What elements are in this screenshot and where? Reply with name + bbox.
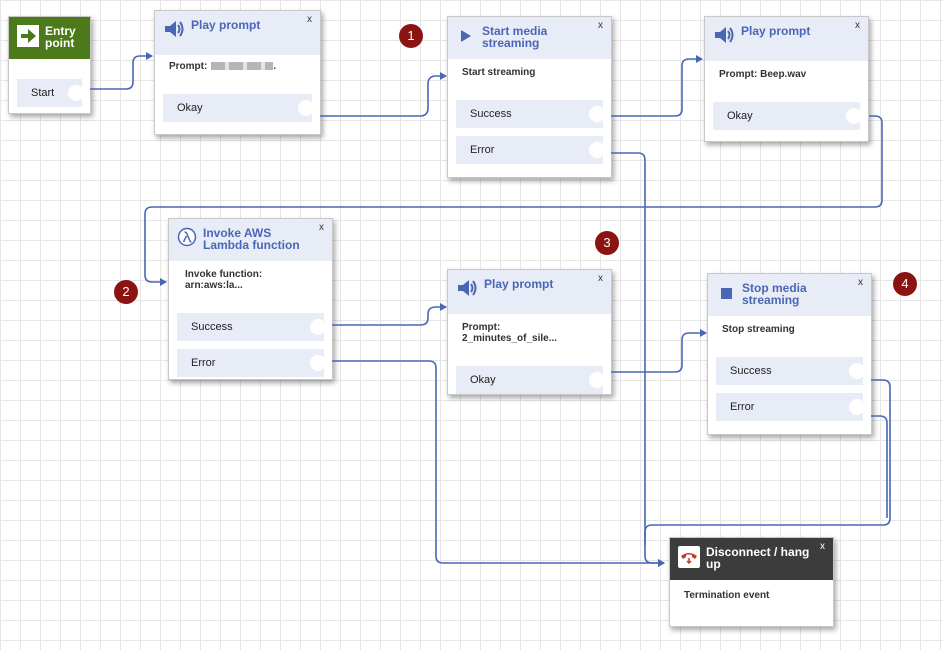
play-prompt-3-title: Play prompt — [484, 277, 554, 291]
entry-point-header: Entry point — [9, 17, 90, 59]
invoke-lambda-block[interactable]: Invoke AWS Lambda function x Invoke func… — [168, 218, 333, 380]
play-prompt-block-1[interactable]: Play prompt x Prompt:. Okay — [154, 10, 321, 135]
step-marker-3: 3 — [595, 231, 619, 255]
exit-okay[interactable]: Okay — [163, 94, 314, 122]
exit-okay[interactable]: Okay — [456, 366, 605, 394]
stop-media-streaming-block[interactable]: Stop media streaming x Stop streaming Su… — [707, 273, 872, 435]
disconnect-block[interactable]: Disconnect / hang up x Termination event — [669, 537, 834, 627]
speaker-icon — [713, 25, 735, 45]
connector-prompt1-to-start-media — [320, 72, 447, 117]
connector-start-to-prompt1 — [90, 52, 153, 90]
connector-handle[interactable] — [298, 100, 314, 116]
connector-handle[interactable] — [846, 108, 862, 124]
stop-media-header: Stop media streaming x — [708, 274, 871, 316]
connector-handle[interactable] — [589, 106, 605, 122]
close-icon[interactable]: x — [307, 14, 312, 25]
close-icon[interactable]: x — [820, 541, 825, 552]
disconnect-body: Termination event — [684, 590, 770, 601]
connector-start-media-success-to-prompt2 — [611, 55, 703, 117]
connector-stop-media-error-to-disconnect — [871, 415, 888, 518]
play-icon — [456, 25, 476, 47]
play-prompt-block-3[interactable]: Play prompt x Prompt: 2_minutes_of_sile.… — [447, 269, 612, 395]
exit-okay[interactable]: Okay — [713, 102, 862, 130]
hang-up-phone-icon — [678, 546, 700, 568]
arrow-right-icon — [17, 25, 39, 47]
exit-error-label: Error — [730, 401, 755, 413]
exit-success[interactable]: Success — [177, 313, 326, 341]
play-prompt-2-header: Play prompt x — [705, 17, 868, 61]
disconnect-header: Disconnect / hang up x — [670, 538, 833, 580]
exit-okay-label: Okay — [470, 374, 496, 386]
exit-okay-label: Okay — [727, 110, 753, 122]
connector-handle[interactable] — [310, 319, 326, 335]
connector-handle[interactable] — [849, 363, 865, 379]
exit-success-label: Success — [191, 321, 233, 333]
entry-point-title: Entry point — [45, 24, 76, 50]
play-prompt-2-body: Prompt: Beep.wav — [719, 69, 807, 80]
close-icon[interactable]: x — [858, 277, 863, 288]
speaker-icon — [163, 19, 185, 39]
play-prompt-2-title: Play prompt — [741, 24, 811, 38]
close-icon[interactable]: x — [319, 222, 324, 233]
exit-error[interactable]: Error — [716, 393, 865, 421]
step-marker-1: 1 — [399, 24, 423, 48]
close-icon[interactable]: x — [855, 20, 860, 31]
exit-start[interactable]: Start — [17, 79, 84, 107]
entry-point-block[interactable]: Entry point Start — [8, 16, 91, 114]
prompt-label: Prompt: — [169, 61, 208, 72]
step-marker-4: 4 — [893, 272, 917, 296]
play-prompt-1-header: Play prompt x — [155, 11, 320, 55]
connector-start-media-error-to-disconnect — [611, 152, 665, 567]
connector-handle[interactable] — [589, 142, 605, 158]
exit-success[interactable]: Success — [456, 100, 605, 128]
exit-start-label: Start — [31, 87, 55, 99]
exit-success[interactable]: Success — [716, 357, 865, 385]
step-marker-2: 2 — [114, 280, 138, 304]
start-media-title: Start media streaming — [482, 24, 548, 50]
stop-media-body: Stop streaming — [722, 324, 795, 335]
play-prompt-block-2[interactable]: Play prompt x Prompt: Beep.wav Okay — [704, 16, 869, 142]
connector-handle[interactable] — [849, 399, 865, 415]
invoke-lambda-header: Invoke AWS Lambda function x — [169, 219, 332, 261]
disconnect-title: Disconnect / hang up — [706, 545, 810, 571]
start-media-streaming-block[interactable]: Start media streaming x Start streaming … — [447, 16, 612, 178]
redacted-prompt-name — [211, 62, 274, 71]
exit-error-label: Error — [470, 144, 495, 156]
connector-handle[interactable] — [589, 372, 605, 388]
speaker-icon — [456, 278, 478, 298]
start-media-header: Start media streaming x — [448, 17, 611, 59]
connector-handle[interactable] — [310, 355, 326, 371]
connector-handle[interactable] — [68, 85, 84, 101]
exit-success-label: Success — [470, 108, 512, 120]
stop-media-title: Stop media streaming — [742, 281, 807, 307]
close-icon[interactable]: x — [598, 20, 603, 31]
exit-success-label: Success — [730, 365, 772, 377]
play-prompt-3-header: Play prompt x — [448, 270, 611, 314]
stop-icon — [716, 282, 736, 304]
exit-error[interactable]: Error — [456, 136, 605, 164]
play-prompt-1-body: Prompt:. — [169, 61, 277, 72]
exit-okay-label: Okay — [177, 102, 203, 114]
close-icon[interactable]: x — [598, 273, 603, 284]
connector-lambda-success-to-prompt3 — [332, 303, 447, 326]
lambda-icon — [177, 227, 197, 247]
invoke-lambda-title: Invoke AWS Lambda function — [203, 226, 300, 252]
invoke-lambda-body: Invoke function: arn:aws:la... — [185, 269, 263, 291]
play-prompt-1-title: Play prompt — [191, 18, 261, 32]
exit-error-label: Error — [191, 357, 216, 369]
exit-error[interactable]: Error — [177, 349, 326, 377]
connector-prompt3-to-stop-media — [611, 329, 707, 373]
start-media-body: Start streaming — [462, 67, 536, 78]
play-prompt-3-body: Prompt: 2_minutes_of_sile... — [462, 322, 558, 344]
